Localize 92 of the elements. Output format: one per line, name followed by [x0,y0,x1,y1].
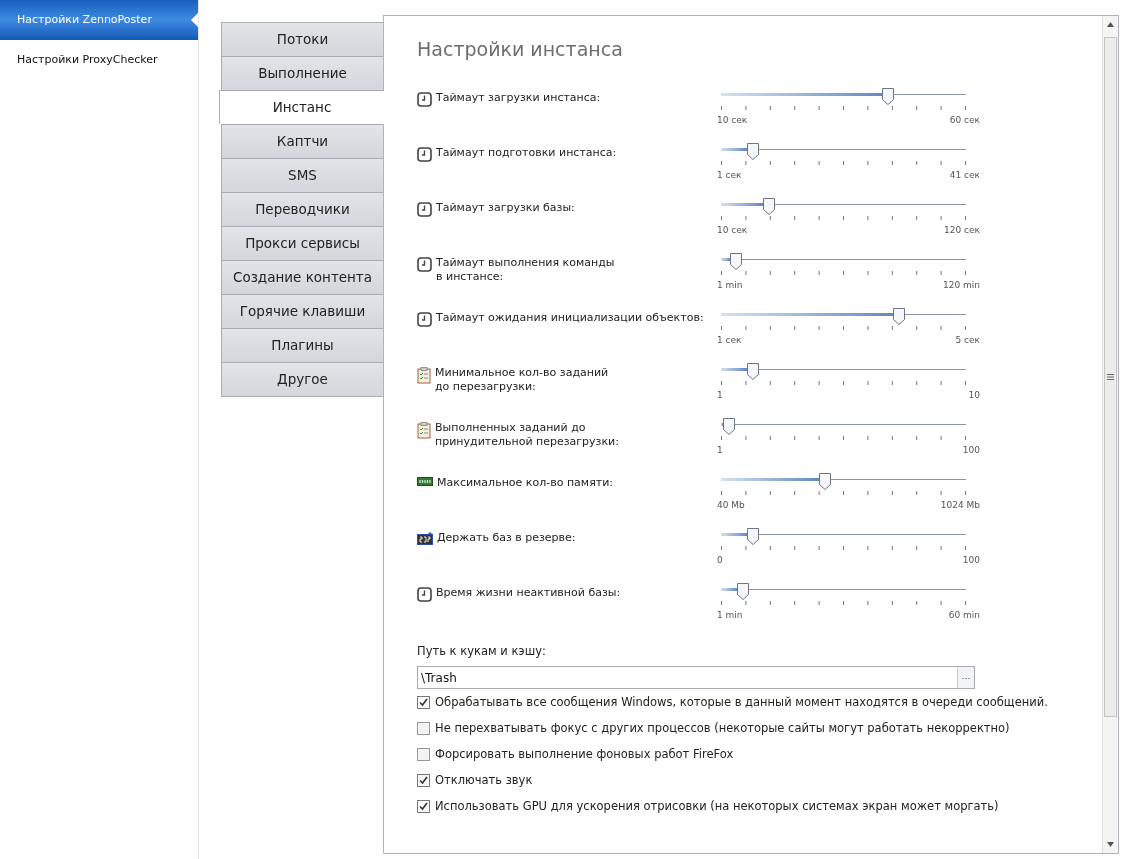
min-value: 1 [717,445,723,455]
max-value: 41 сек [949,170,980,180]
settings-tab[interactable]: Плагины [221,328,383,362]
clock-icon [417,587,432,602]
checkbox-label: Форсировать выполнение фоновых работ FireFox [435,747,734,761]
max-value: 60 сек [949,115,980,125]
slider-track[interactable] [721,583,966,600]
settings-tab[interactable]: Потоки [221,22,383,56]
slider-track[interactable] [721,418,966,435]
min-value: 40 Mb [717,500,745,510]
max-value: 100 [962,555,980,565]
slider-track[interactable] [721,363,966,380]
checkbox[interactable] [417,721,430,735]
field-label: Путь к кукам и кэшу: [417,644,547,658]
clock-icon [417,92,432,107]
settings-tab[interactable]: Выполнение [221,56,383,90]
max-value: 120 сек [944,225,980,235]
slider-thumb[interactable] [746,143,759,160]
sidebar-item[interactable]: Настройки ProxyChecker [0,40,198,80]
checkbox-label: Отключать звук [435,773,533,787]
setting-label: Таймаут загрузки базы: [436,201,575,215]
slider-thumb[interactable] [737,583,750,600]
min-value: 10 сек [717,115,748,125]
sidebar-item[interactable]: Настройки ZennoPoster [0,0,198,40]
settings-tab[interactable]: Горячие клавиши [221,294,383,328]
checkbox[interactable] [417,799,430,813]
browse-button[interactable]: ··· [957,667,974,688]
min-value: 1 [717,390,723,400]
counter-icon [417,532,433,545]
settings-tab[interactable]: Прокси сервисы [221,226,383,260]
slider-thumb[interactable] [746,363,759,380]
scrollbar[interactable] [1102,16,1118,853]
max-value: 120 min [943,280,980,290]
setting-label: Таймаут подготовки инстанса: [436,146,617,160]
checkbox[interactable] [417,695,430,709]
settings-tab[interactable]: Переводчики [221,192,383,226]
settings-tab[interactable]: Инстанс [219,90,384,124]
setting-label: Минимальное кол-во заданий до перезагрузки: [435,366,609,394]
clock-icon [417,147,432,162]
checkbox-label: Использовать GPU для ускорения отрисовки (на некоторых системах экран может моргать) [435,799,999,813]
max-value: 1024 Mb [940,500,980,510]
setting-label: Максимальное кол-во памяти: [437,476,613,490]
settings-tab[interactable]: SMS [221,158,383,192]
slider-track[interactable] [721,473,966,490]
grip-icon [1107,374,1114,380]
slider-track[interactable] [721,308,966,325]
checkbox[interactable] [417,773,430,787]
settings-tab[interactable]: Другое [221,362,383,397]
settings-tab[interactable]: Создание контента [221,260,383,294]
slider-track[interactable] [721,143,966,160]
panel-title: Настройки инстанса [417,38,624,60]
setting-label: Держать баз в резерве: [437,531,576,545]
clock-icon [417,202,432,217]
slider-thumb[interactable] [893,308,906,325]
slider-track[interactable] [721,528,966,545]
clipboard-icon [417,367,431,384]
slider-thumb[interactable] [723,418,736,435]
max-value: 60 min [948,610,980,620]
setting-label: Таймаут выполнения команды в инстансе: [436,256,615,284]
setting-label: Время жизни неактивной базы: [436,586,621,600]
slider-thumb[interactable] [730,253,743,270]
checkbox-label: Обрабатывать все сообщения Windows, которые в данный момент находятся в очереди сообщений. [435,695,1048,709]
min-value: 10 сек [717,225,748,235]
scrollbar-thumb[interactable] [1104,37,1117,717]
max-value: 100 [962,445,980,455]
slider-track[interactable] [721,88,966,105]
min-value: 1 сек [717,335,742,345]
settings-tab[interactable]: Каптчи [221,124,383,158]
clipboard-icon [417,422,431,439]
clock-icon [417,257,432,272]
clock-icon [417,312,432,327]
checkbox-label: Не перехватывать фокус с других процессов (некоторые сайты могут работать некорректно) [435,721,1010,735]
path-field[interactable]: \Trash ··· [417,666,975,689]
setting-label: Выполненных заданий до принудительной перезагрузки: [435,421,619,449]
scroll-up-icon[interactable] [1107,22,1114,27]
max-value: 10 [968,390,980,400]
slider-thumb[interactable] [762,198,775,215]
min-value: 1 min [717,280,743,290]
slider-track[interactable] [721,253,966,270]
memory-icon [417,477,433,486]
min-value: 1 сек [717,170,742,180]
slider-track[interactable] [721,198,966,215]
setting-label: Таймаут ожидания инициализации объектов: [436,311,704,325]
checkbox[interactable] [417,747,430,761]
scroll-down-icon[interactable] [1107,842,1114,847]
slider-thumb[interactable] [746,528,759,545]
slider-thumb[interactable] [881,88,894,105]
min-value: 1 min [717,610,743,620]
setting-label: Таймаут загрузки инстанса: [436,91,601,105]
min-value: 0 [717,555,723,565]
slider-thumb[interactable] [818,473,831,490]
max-value: 5 сек [955,335,980,345]
